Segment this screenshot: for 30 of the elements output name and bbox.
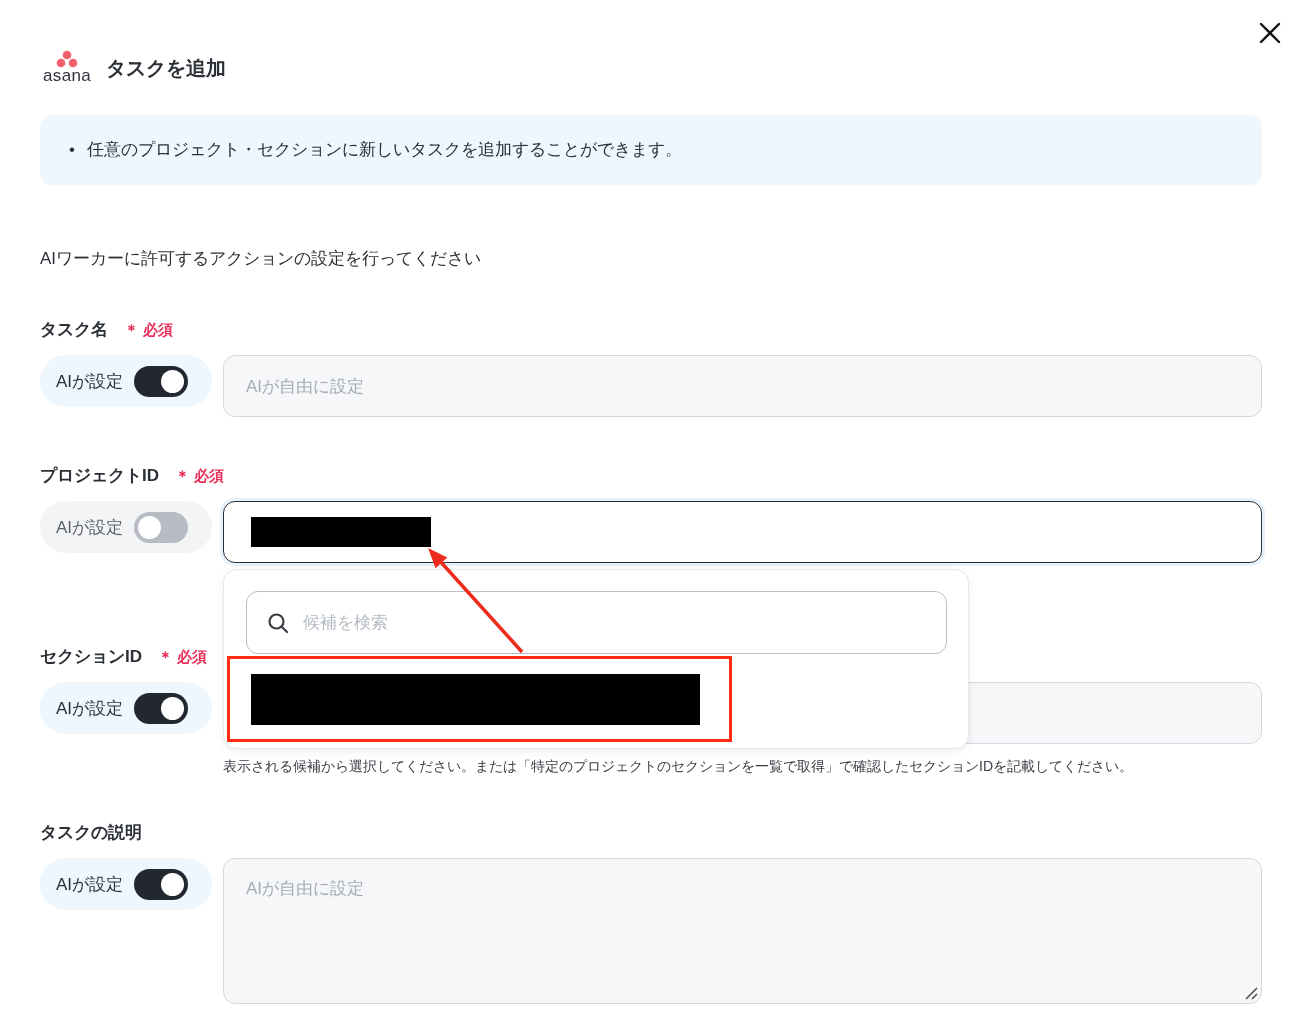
help-text: 表示される候補から選択してください。または「特定のプロジェクトのセクションを一覧で取得」で確認したセクションIDを記載してください。 (223, 758, 1134, 776)
search-icon (267, 611, 289, 634)
toggle-switch[interactable] (134, 692, 189, 724)
close-icon[interactable] (1258, 21, 1282, 45)
required-label: ＊ 必須 (175, 467, 225, 486)
required-label: ＊ 必須 (124, 321, 174, 340)
resize-grip-icon[interactable] (1244, 986, 1258, 1000)
field-label: セクションID (40, 646, 142, 668)
field-label: タスクの説明 (40, 822, 142, 844)
search-field[interactable]: 候補を検索 (246, 591, 947, 654)
input-field[interactable] (223, 501, 1262, 563)
bullet: • (69, 139, 75, 161)
toggle-label: AIが設定 (56, 370, 124, 393)
info-text: 任意のプロジェクト・セクションに新しいタスクを追加することができます。 (86, 139, 682, 161)
dropdown-option[interactable] (227, 656, 732, 742)
toggle-switch[interactable] (134, 868, 189, 900)
field-label: プロジェクトID (40, 465, 159, 487)
toggle-label: AIが設定 (56, 697, 124, 720)
toggle-label: AIが設定 (56, 516, 124, 539)
input-field[interactable]: AIが自由に設定 (223, 355, 1262, 417)
dialog-title: タスクを追加 (106, 56, 226, 80)
toggle-switch[interactable] (134, 511, 189, 543)
textarea-field[interactable]: AIが自由に設定 (223, 858, 1262, 1004)
toggle-label: AIが設定 (56, 873, 124, 896)
logo-text: asana (43, 68, 91, 84)
instruction-text: AIワーカーに許可するアクションの設定を行ってください (40, 248, 483, 270)
logo-icon (56, 50, 78, 68)
field-label: タスク名 (40, 319, 108, 341)
required-label: ＊ 必須 (158, 648, 208, 667)
toggle-switch[interactable] (134, 365, 189, 397)
